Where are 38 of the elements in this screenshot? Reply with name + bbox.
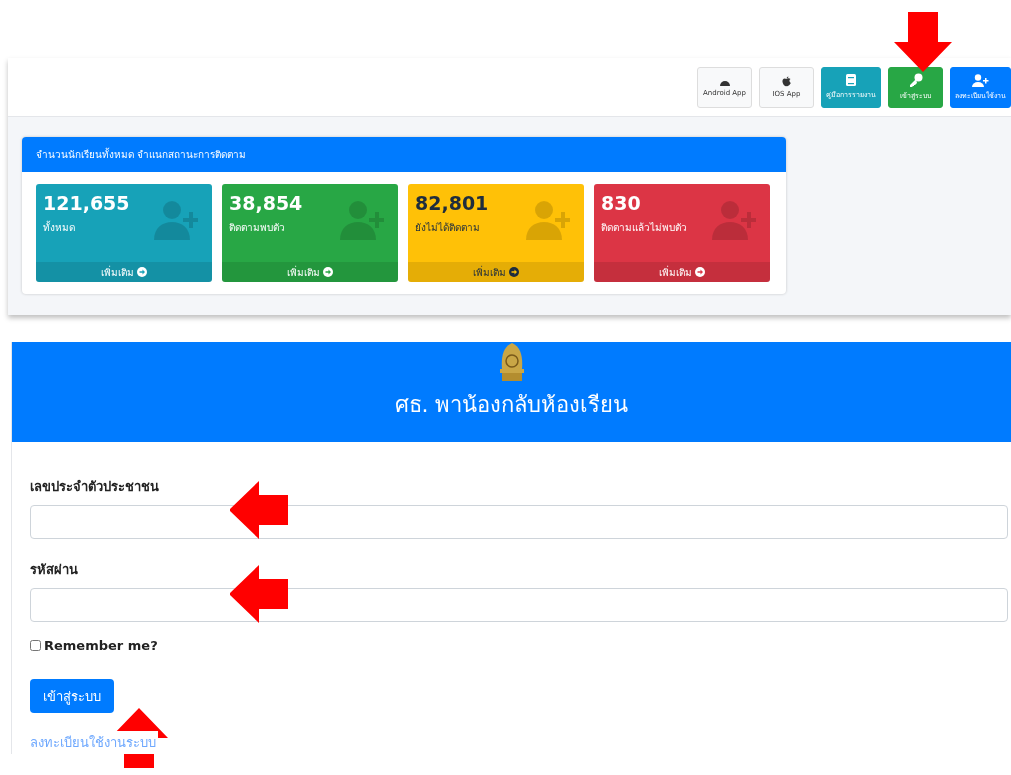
arrow-circle-icon (695, 267, 705, 277)
stat-label: ทั้งหมด (43, 220, 76, 235)
stat-label: ยังไม่ได้ติดตาม (415, 221, 481, 235)
input-field[interactable] (30, 588, 1008, 622)
apple-icon (782, 76, 791, 87)
stat-label: ติดตามแล้วไม่พบตัว (601, 221, 688, 235)
field-label: รหัสผ่าน (30, 561, 79, 579)
arrow-circle-icon (509, 267, 519, 277)
more-info-link[interactable]: เพิ่มเติม (222, 262, 398, 282)
book-icon (846, 74, 856, 86)
field-label: เลขประจำตัวประชาชน (30, 478, 160, 496)
input-field[interactable] (30, 505, 1008, 539)
annotation-arrow (894, 12, 952, 72)
annotation-arrow (230, 564, 288, 624)
arrow-circle-icon (137, 267, 147, 277)
user-plus-icon (340, 200, 384, 240)
register-link[interactable]: ลงทะเบียนใช้งานระบบ (28, 731, 158, 754)
user-plus-icon (154, 200, 198, 240)
annotation-arrow (230, 480, 288, 540)
stat-value: 82,801 (415, 192, 490, 214)
stat-value: 121,655 (43, 192, 131, 214)
user-plus-icon (712, 200, 756, 240)
user-plus-icon (971, 73, 990, 87)
stat-value: 830 (601, 192, 642, 214)
more-info-link[interactable]: เพิ่มเติม (36, 262, 212, 282)
more-info-link[interactable]: เพิ่มเติม (408, 262, 584, 282)
stat-value: 38,854 (229, 192, 304, 214)
login-button[interactable]: เข้าสู่ระบบ (30, 679, 114, 713)
login-title: ศธ. พาน้องกลับห้องเรียน (394, 391, 629, 419)
remember-checkbox[interactable] (30, 640, 41, 651)
key-icon (908, 73, 923, 87)
user-plus-icon (526, 200, 570, 240)
arrow-circle-icon (323, 267, 333, 277)
emblem-icon (498, 343, 525, 381)
checkbox-label: Remember me? (44, 638, 158, 653)
card-title: จำนวนนักเรียนทั้งหมด จำแนกสถานะการติดตาม (22, 137, 786, 172)
stat-label: ติดตามพบตัว (229, 221, 286, 235)
more-info-link[interactable]: เพิ่มเติม (594, 262, 770, 282)
